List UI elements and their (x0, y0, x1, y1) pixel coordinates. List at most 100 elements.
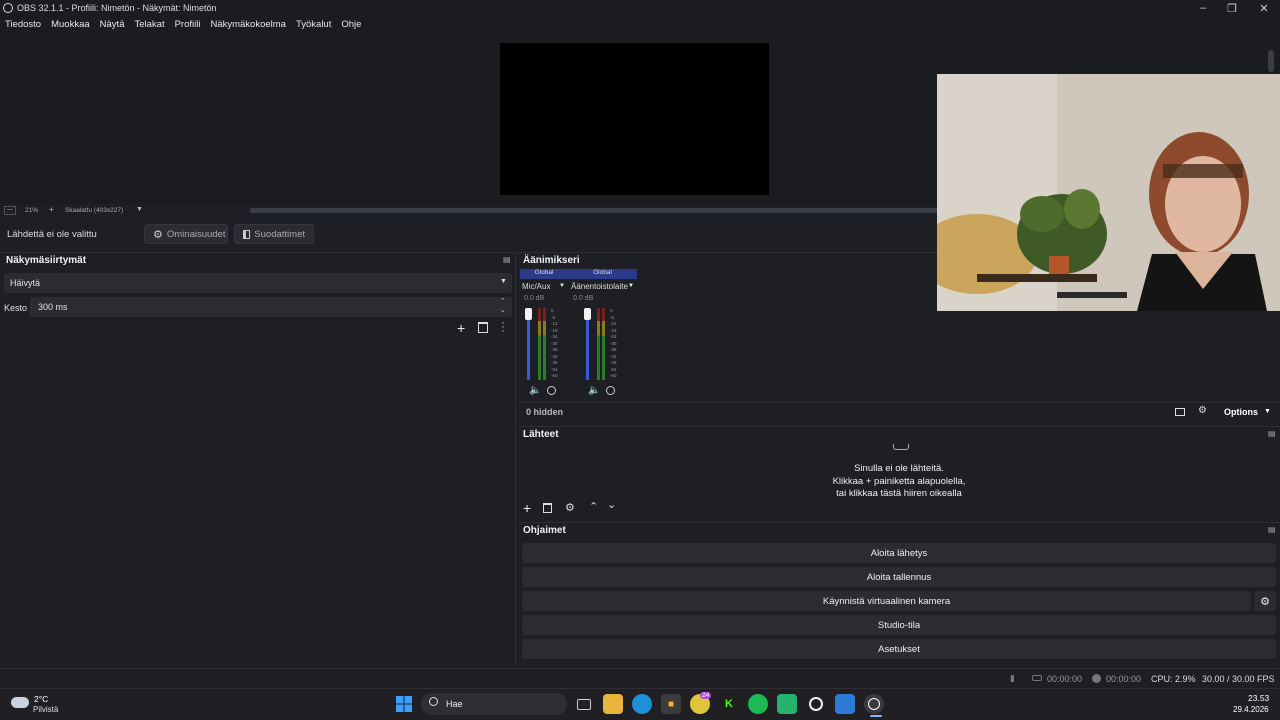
channel-1-meter-right (543, 308, 546, 380)
transitions-title: Näkymäsiirtymät (6, 255, 87, 266)
channel-2-fader-track[interactable] (586, 310, 589, 380)
channel-1-monitor-icon[interactable] (547, 386, 556, 395)
weather-cloud-icon[interactable] (11, 697, 29, 708)
remove-transition-icon[interactable] (478, 322, 488, 333)
menu-help[interactable]: Ohje (341, 19, 361, 30)
weather-temp[interactable]: 2°C (34, 694, 48, 704)
add-transition-icon[interactable]: + (457, 320, 465, 336)
preview-horizontal-scrollbar[interactable] (250, 208, 940, 213)
start-virtual-camera-button[interactable]: Käynnistä virtuaalinen kamera (522, 591, 1251, 611)
channel-2-mute-icon[interactable]: 🔈 (588, 385, 600, 396)
move-down-icon[interactable]: ⌄ (607, 498, 616, 511)
hidden-count: 0 hidden (526, 407, 564, 417)
mixer-divider (518, 402, 1280, 403)
start-menu-icon[interactable] (394, 694, 414, 714)
channel-1-fader-track[interactable] (527, 310, 530, 380)
duration-spinbox[interactable]: 300 ms ⌃ ⌄ (30, 297, 512, 317)
empty-line-1: Sinulla ei ole lähteitä. (854, 463, 944, 474)
studio-mode-button[interactable]: Studio-tila (522, 615, 1276, 635)
channel-2-name[interactable]: Äänentoistolaite (571, 282, 628, 291)
more-options-icon[interactable]: · · · (500, 318, 506, 337)
menu-bar: Tiedosto Muokkaa Näytä Telakat Profiili … (0, 16, 1280, 32)
scale-tick: -60 (610, 373, 617, 378)
minimize-button[interactable]: – (1187, 0, 1219, 16)
filters-label: Suodattimet (254, 228, 305, 240)
chat-app-icon[interactable] (777, 694, 797, 714)
paint-app-icon[interactable] (835, 694, 855, 714)
scale-dropdown-icon[interactable]: ▼ (136, 206, 143, 213)
clock-time[interactable]: 23.53 (1248, 693, 1269, 703)
channel-1-scale: 0 -6 -12 -18 -24 -30 -36 -42 -48 -54 -60 (551, 308, 558, 380)
maximize-button[interactable]: ❐ (1216, 0, 1248, 16)
filters-button[interactable]: Suodattimet (234, 224, 314, 244)
spotify-icon[interactable] (748, 694, 768, 714)
preview-canvas[interactable] (500, 43, 769, 195)
transition-select[interactable]: Häivytä ▼ (4, 273, 512, 293)
circle-app-icon[interactable] (806, 694, 826, 714)
menu-docks[interactable]: Telakat (134, 19, 164, 30)
zoom-in-button[interactable]: + (49, 205, 54, 214)
empty-line-3: tai klikkaa tästä hiiren oikealla (836, 488, 962, 497)
source-properties-icon[interactable]: ⚙ (565, 501, 575, 514)
remove-source-icon[interactable] (543, 503, 552, 513)
sources-empty-state[interactable]: Sinulla ei ole lähteitä. Klikkaa + paini… (518, 463, 1280, 497)
move-up-icon[interactable]: ⌃ (589, 500, 598, 513)
advanced-audio-icon[interactable]: ⚙ (1198, 405, 1207, 416)
channel-2-badge: Global (568, 269, 637, 279)
title-bar: OBS 32.1.1 - Profiili: Nimetön - Näkymät… (0, 0, 1280, 16)
spin-up-icon[interactable]: ⌃ (500, 297, 506, 305)
clock-date[interactable]: 29.4.2026 (1233, 705, 1269, 714)
zoom-out-button[interactable]: — (4, 206, 16, 215)
close-button[interactable]: ✕ (1248, 0, 1280, 16)
settings-button[interactable]: Asetukset (522, 639, 1276, 659)
scale-tick: -12 (551, 321, 558, 326)
file-explorer-icon[interactable] (603, 694, 623, 714)
kick-icon[interactable]: K (719, 694, 739, 714)
store-icon[interactable]: ■ (661, 694, 681, 714)
zoom-value: 21% (25, 207, 39, 214)
menu-tools[interactable]: Työkalut (296, 19, 331, 30)
menu-profile[interactable]: Profiili (175, 19, 201, 30)
taskbar-search[interactable]: Hae (421, 693, 567, 715)
scale-tick: -48 (610, 360, 617, 365)
layout-toggle-icon[interactable] (1175, 408, 1185, 416)
webcam-overlay-image (937, 74, 1280, 311)
edge-browser-icon[interactable] (632, 694, 652, 714)
options-chevron-icon: ▼ (1264, 408, 1271, 415)
channel-2-menu-icon[interactable]: ▼ (628, 283, 634, 289)
menu-view[interactable]: Näytä (100, 19, 125, 30)
menu-scene-collection[interactable]: Näkymäkokoelma (210, 19, 286, 30)
task-view-icon[interactable] (574, 694, 594, 714)
channel-1-mute-icon[interactable]: 🔈 (529, 385, 541, 396)
window-title: OBS 32.1.1 - Profiili: Nimetön - Näkymät… (17, 3, 217, 13)
fps-readout: 30.00 / 30.00 FPS (1202, 674, 1275, 684)
dock-float-icon[interactable]: ▤ (503, 255, 511, 264)
filter-icon (243, 229, 251, 239)
channel-1-fader-knob[interactable] (525, 308, 532, 320)
start-recording-button[interactable]: Aloita tallennus (522, 567, 1276, 587)
gear-icon: ⚙ (1260, 595, 1270, 608)
channel-2-fader-knob[interactable] (584, 308, 591, 320)
stream-time: 00:00:00 (1047, 674, 1083, 684)
scale-tick: -36 (551, 347, 558, 352)
weather-desc[interactable]: Pilvistä (33, 705, 58, 714)
options-button[interactable]: Options (1224, 407, 1258, 417)
obs-taskbar-icon[interactable] (864, 694, 884, 714)
search-icon (429, 697, 438, 706)
channel-1-name[interactable]: Mic/Aux (522, 282, 550, 291)
controls-float-icon[interactable]: ▤ (1268, 525, 1276, 534)
menu-file[interactable]: Tiedosto (5, 19, 41, 30)
duration-label: Kesto (4, 303, 28, 313)
channel-1-menu-icon[interactable]: ▼ (559, 283, 565, 289)
properties-button[interactable]: ⚙ Ominaisuudet (144, 224, 228, 244)
start-streaming-button[interactable]: Aloita lähetys (522, 543, 1276, 563)
add-source-icon[interactable]: + (523, 500, 531, 516)
sources-float-icon[interactable]: ▤ (1268, 429, 1276, 438)
spin-down-icon[interactable]: ⌄ (500, 306, 506, 314)
channel-2-monitor-icon[interactable] (606, 386, 615, 395)
preview-vertical-scrollbar[interactable] (1268, 50, 1274, 72)
menu-edit[interactable]: Muokkaa (51, 19, 90, 30)
virtual-camera-settings-button[interactable]: ⚙ (1254, 591, 1276, 611)
scale-mode: Skaalattu (403x227) (65, 207, 124, 214)
status-bar: ▮ 00:00:00 00:00:00 CPU: 2.9% 30.00 / 30… (0, 668, 1280, 688)
